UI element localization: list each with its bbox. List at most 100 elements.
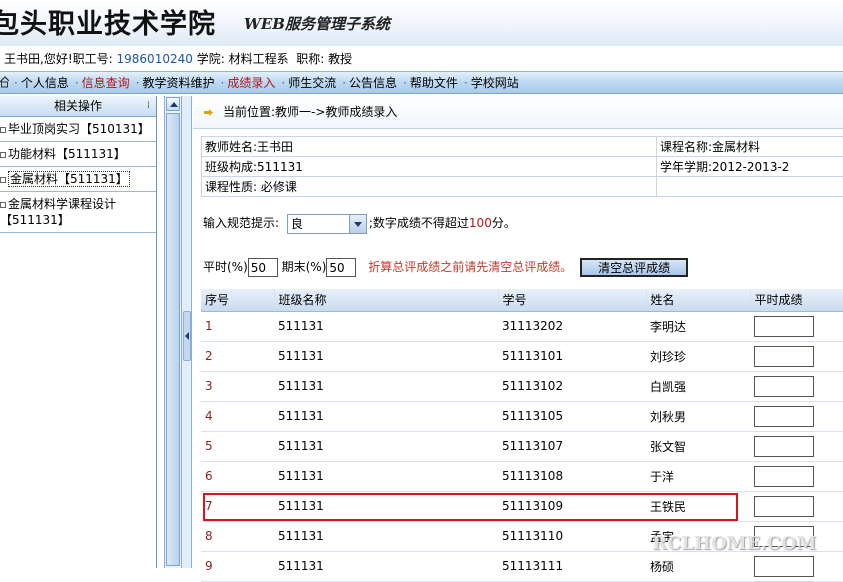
- sidebar-item-label: 金属材料学课程设计【511131】: [0, 197, 116, 227]
- final-percent-input[interactable]: [326, 258, 356, 277]
- nav-item[interactable]: 教学资料维护: [143, 72, 215, 94]
- row-number: 5: [201, 431, 274, 461]
- row-score-cell: [750, 551, 843, 581]
- nav-separator: ·: [403, 76, 407, 90]
- row-number: 4: [201, 401, 274, 431]
- sidebar-item-course-4[interactable]: 金属材料学课程设计【511131】: [0, 192, 156, 233]
- row-student-id: 31113202: [498, 311, 646, 341]
- nav-item[interactable]: 公告信息: [349, 72, 397, 94]
- usual-score-input[interactable]: [754, 466, 814, 487]
- nav-item[interactable]: 学校网站: [471, 72, 519, 94]
- chevron-down-icon[interactable]: [349, 215, 366, 233]
- row-number: 8: [201, 521, 274, 551]
- nav-separator: ·: [136, 76, 140, 90]
- row-class: 511131: [274, 311, 498, 341]
- staff-id: 1986010240: [117, 52, 193, 66]
- sidebar-title: 相关操作: [54, 99, 102, 113]
- row-number: 9: [201, 551, 274, 581]
- nav-item[interactable]: 成绩录入: [227, 72, 275, 94]
- row-student-id: 51113111: [498, 551, 646, 581]
- sidebar-item-label: 金属材料【511131】: [8, 171, 130, 187]
- table-row: 151113131113202李明达: [201, 311, 843, 341]
- bullet-icon: [0, 202, 6, 208]
- usual-percent-input[interactable]: [248, 258, 278, 277]
- usual-score-input[interactable]: [754, 496, 814, 517]
- row-class: 511131: [274, 341, 498, 371]
- sidebar-item-label: 功能材料【511131】: [8, 147, 126, 161]
- usual-score-input[interactable]: [754, 316, 814, 337]
- course-name: 课程名称:金属材料: [657, 137, 843, 157]
- grade-select[interactable]: 良: [287, 214, 367, 234]
- sidebar-header: 相关操作 ⁞: [0, 96, 156, 117]
- usual-score-input[interactable]: [754, 556, 814, 577]
- nav-item[interactable]: 帮助文件: [410, 72, 458, 94]
- row-student-id: 51113108: [498, 461, 646, 491]
- tip-text-post: 分。: [492, 216, 516, 230]
- staff-label: 职工号:: [73, 52, 113, 66]
- highlight-box: [203, 493, 738, 521]
- nav-item[interactable]: 个人信息: [21, 72, 69, 94]
- sidebar-item-course-1[interactable]: 毕业顶岗实习【510131】: [0, 117, 156, 142]
- row-class: 511131: [274, 521, 498, 551]
- table-row: 451113151113105刘秋男: [201, 401, 843, 431]
- col-header-name: 姓名: [646, 289, 750, 311]
- table-row: 651113151113108于洋: [201, 461, 843, 491]
- usual-score-input[interactable]: [754, 406, 814, 427]
- system-name: WEB服务管理子系统: [244, 13, 390, 34]
- user-info-bar: 王书田,您好!职工号: 1986010240 学院: 材料工程系 职称: 教授: [0, 48, 843, 70]
- bullet-icon: [0, 152, 6, 158]
- clear-total-button[interactable]: 清空总评成绩: [580, 258, 688, 277]
- row-student-name: 杨硕: [646, 551, 750, 581]
- row-student-name: 刘秋男: [646, 401, 750, 431]
- tip-max: 100: [469, 216, 492, 230]
- col-header-id: 学号: [498, 289, 646, 311]
- usual-score-input[interactable]: [754, 376, 814, 397]
- sidebar-item-label: 毕业顶岗实习【510131】: [8, 122, 150, 136]
- final-label: 期末(%): [282, 260, 327, 274]
- table-row: 551113151113107张文智: [201, 431, 843, 461]
- home-icon[interactable]: [0, 76, 9, 88]
- course-nature: 课程性质: 必修课: [202, 177, 657, 197]
- title-value: 教授: [328, 52, 352, 66]
- nav-item[interactable]: 师生交流: [288, 72, 336, 94]
- row-student-id: 51113110: [498, 521, 646, 551]
- sidebar-item-course-2[interactable]: 功能材料【511131】: [0, 142, 156, 167]
- nav-item[interactable]: 信息查询: [82, 72, 130, 94]
- grip-icon[interactable]: ⁞: [147, 96, 150, 116]
- arrow-right-icon: [204, 109, 213, 116]
- panel-splitter[interactable]: [182, 96, 192, 568]
- sidebar: 相关操作 ⁞ 毕业顶岗实习【510131】 功能材料【511131】 金属材料【…: [0, 96, 157, 568]
- clear-warning: 折算总评成绩之前请先清空总评成绩。: [368, 260, 572, 274]
- nav-separator: ·: [221, 76, 225, 90]
- row-number: 3: [201, 371, 274, 401]
- nav-items: ·个人信息·信息查询·教学资料维护·成绩录入·师生交流·公告信息·帮助文件·学校…: [14, 72, 525, 94]
- breadcrumb: 当前位置:教师一->教师成绩录入: [193, 96, 843, 129]
- nav-separator: ·: [75, 76, 79, 90]
- watermark: RCLHOME.COM: [652, 533, 816, 554]
- academic-term: 学年学期:2012-2013-2: [657, 157, 843, 177]
- usual-label: 平时(%): [203, 260, 248, 274]
- bullet-icon: [0, 177, 6, 183]
- usual-score-input[interactable]: [754, 436, 814, 457]
- usual-score-input[interactable]: [754, 346, 814, 367]
- nav-separator: ·: [464, 76, 468, 90]
- grade-select-value: 良: [291, 215, 303, 233]
- table-row: 251113151113101刘珍珍: [201, 341, 843, 371]
- col-header-usual-score: 平时成绩: [750, 289, 843, 311]
- nav-separator: ·: [14, 76, 18, 90]
- row-student-id: 51113102: [498, 371, 646, 401]
- row-class: 511131: [274, 461, 498, 491]
- scroll-thumb[interactable]: [166, 113, 180, 566]
- course-info-table: 教师姓名:王书田 课程名称:金属材料 班级构成:511131 学年学期:2012…: [201, 136, 843, 197]
- row-student-name: 刘珍珍: [646, 341, 750, 371]
- scroll-up-icon[interactable]: [166, 97, 180, 111]
- breadcrumb-text: 当前位置:教师一->教师成绩录入: [223, 105, 397, 119]
- row-score-cell: [750, 371, 843, 401]
- col-header-no: 序号: [201, 289, 274, 311]
- row-number: 1: [201, 311, 274, 341]
- main-nav: ·个人信息·信息查询·教学资料维护·成绩录入·师生交流·公告信息·帮助文件·学校…: [0, 71, 843, 94]
- sidebar-scrollbar[interactable]: [164, 96, 182, 568]
- sidebar-item-course-3[interactable]: 金属材料【511131】: [0, 167, 156, 192]
- class-composition: 班级构成:511131: [202, 157, 657, 177]
- collapse-arrow-icon[interactable]: [183, 311, 191, 361]
